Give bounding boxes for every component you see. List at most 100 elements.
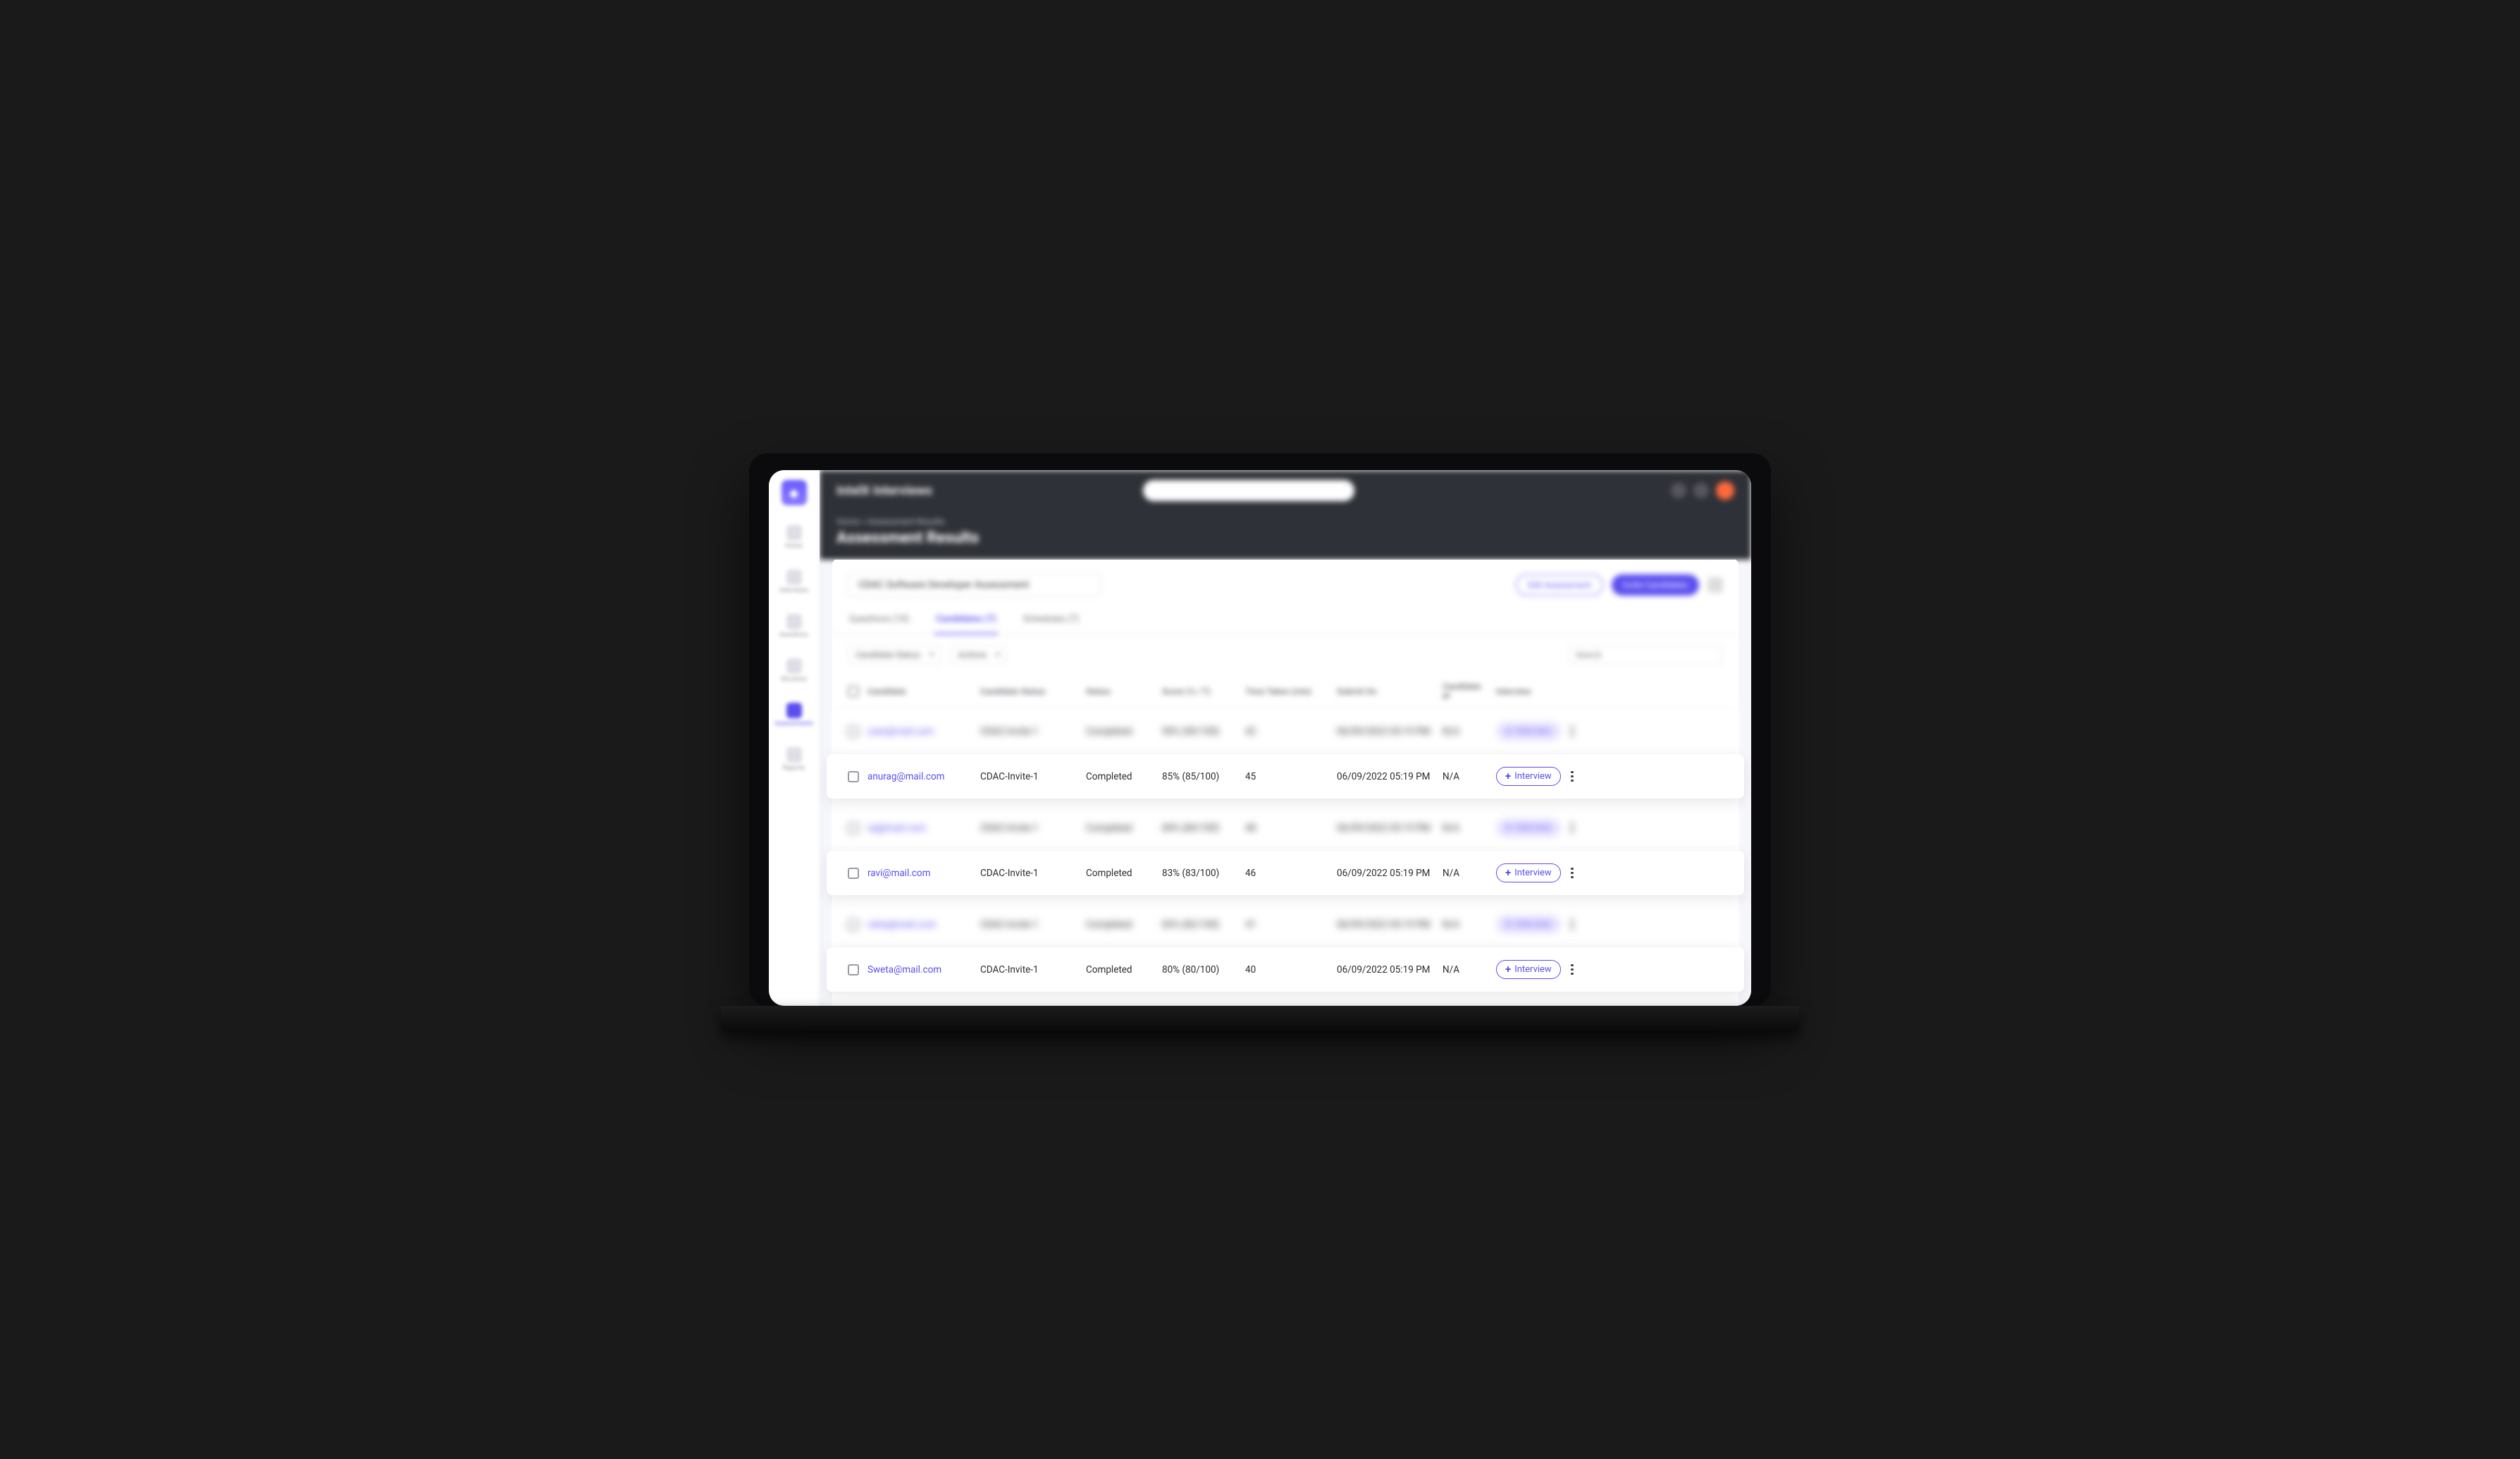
- sidebar-label: Reports: [783, 765, 805, 772]
- col-candidate: Candidate: [867, 687, 980, 696]
- row-menu-button[interactable]: [1567, 770, 1578, 784]
- row-checkbox[interactable]: [848, 964, 859, 975]
- tab-questions[interactable]: Questions (10): [848, 608, 910, 634]
- row-checkbox[interactable]: [848, 726, 859, 737]
- interview-button[interactable]: +Interview: [1496, 722, 1561, 741]
- tabs: Questions (10) Candidates (7) Schedules …: [832, 603, 1738, 635]
- tab-schedules[interactable]: Schedules (7): [1022, 608, 1080, 634]
- cell-score: 90% (90/100): [1162, 726, 1245, 737]
- cell-invite: CDAC-Invite-1: [980, 919, 1086, 930]
- app-logo: ◆: [782, 480, 807, 505]
- questions-icon: [786, 614, 802, 629]
- row-menu-button[interactable]: [1567, 821, 1578, 835]
- notifications-icon[interactable]: [1671, 483, 1686, 498]
- topbar: IntelX Interviews Home > Assessment Resu…: [820, 470, 1751, 560]
- interview-button[interactable]: +Interview: [1496, 818, 1561, 837]
- settings-icon[interactable]: [1707, 577, 1723, 593]
- cell-status: Completed: [1086, 964, 1162, 975]
- cell-invite: CDAC-Invite-1: [980, 771, 1086, 782]
- col-time: Time Taken (min): [1245, 687, 1337, 696]
- plus-icon: +: [1505, 868, 1511, 878]
- select-all-checkbox[interactable]: [848, 686, 859, 697]
- col-submit: Submit On: [1337, 687, 1443, 696]
- cell-invite: CDAC-Invite-1: [980, 726, 1086, 737]
- brand-title: IntelX Interviews: [836, 484, 977, 498]
- cell-submit: 06/09/2022 05:19 PM: [1337, 771, 1443, 782]
- candidate-email-link[interactable]: ravi@mail.com: [867, 868, 930, 879]
- col-interview: Interview: [1496, 687, 1567, 696]
- user-avatar[interactable]: [1716, 481, 1734, 500]
- cell-invite: CDAC-Invite-1: [980, 868, 1086, 879]
- row-checkbox[interactable]: [848, 868, 859, 879]
- candidate-email-link[interactable]: neha@mail.com: [867, 919, 936, 930]
- laptop-frame: ◆ Home Interviews Questions Structure As…: [749, 453, 1771, 1006]
- sidebar-item-reports[interactable]: Reports: [774, 747, 814, 772]
- cell-submit: 06/09/2022 05:19 PM: [1337, 919, 1443, 930]
- sidebar-label: Questions: [779, 632, 808, 639]
- cell-invite: CDAC-Invite-1: [980, 823, 1086, 834]
- row-menu-button[interactable]: [1567, 918, 1578, 932]
- sidebar-item-questions[interactable]: Questions: [774, 614, 814, 639]
- invite-candidates-button[interactable]: Invite Candidates: [1612, 574, 1699, 596]
- candidate-email-link[interactable]: anurag@mail.com: [867, 771, 945, 782]
- cell-time: 45: [1245, 771, 1337, 782]
- sidebar-item-structure[interactable]: Structure: [774, 658, 814, 683]
- cell-status: Completed: [1086, 868, 1162, 879]
- col-score: Score (% / T): [1162, 687, 1245, 696]
- row-menu-button[interactable]: [1567, 963, 1578, 977]
- sidebar: ◆ Home Interviews Questions Structure As…: [769, 470, 820, 1006]
- row-checkbox[interactable]: [848, 823, 859, 834]
- cell-score: 80% (80/100): [1162, 964, 1245, 975]
- cell-ip: N/A: [1443, 919, 1496, 930]
- candidate-email-link[interactable]: Sweta@mail.com: [867, 964, 941, 975]
- sidebar-item-interviews[interactable]: Interviews: [774, 570, 814, 594]
- plus-icon: +: [1505, 823, 1511, 833]
- cell-ip: N/A: [1443, 771, 1496, 782]
- row-checkbox[interactable]: [848, 919, 859, 930]
- actions-dropdown[interactable]: Actions: [951, 645, 1008, 665]
- sidebar-item-assessments[interactable]: Assessments: [774, 703, 814, 727]
- cell-time: 42: [1245, 726, 1337, 737]
- cell-status: Completed: [1086, 919, 1162, 930]
- row-menu-button[interactable]: [1567, 725, 1578, 739]
- candidate-email-link[interactable]: raj@mail.com: [867, 823, 926, 834]
- global-search[interactable]: [1143, 480, 1354, 501]
- plus-icon: +: [1505, 771, 1511, 782]
- cell-ip: N/A: [1443, 726, 1496, 737]
- cell-submit: 06/09/2022 05:19 PM: [1337, 726, 1443, 737]
- cell-ip: N/A: [1443, 868, 1496, 879]
- table-row: user@mail.com CDAC-Invite-1Completed90% (…: [832, 709, 1738, 754]
- assessment-select[interactable]: CDAC Software Developer Assessment: [848, 573, 1101, 597]
- col-invite: Candidate Status: [980, 687, 1086, 696]
- interview-button[interactable]: +Interview: [1496, 915, 1561, 934]
- plus-icon: +: [1505, 919, 1511, 930]
- row-menu-button[interactable]: [1567, 866, 1578, 880]
- cell-time: 48: [1245, 823, 1337, 834]
- interview-button[interactable]: +Interview: [1496, 863, 1561, 882]
- page-title: Assessment Results: [836, 529, 1734, 547]
- cell-score: 84% (84/100): [1162, 823, 1245, 834]
- results-card: CDAC Software Developer Assessment Edit …: [832, 560, 1738, 1006]
- table-search-input[interactable]: [1568, 645, 1723, 665]
- table-header: Candidate Candidate Status Status Score …: [832, 675, 1738, 709]
- cell-status: Completed: [1086, 726, 1162, 737]
- apps-icon[interactable]: [1693, 483, 1709, 498]
- col-ip: Candidate IP: [1443, 682, 1496, 701]
- interview-button[interactable]: +Interview: [1496, 960, 1561, 979]
- status-filter[interactable]: Candidate Status: [848, 645, 941, 665]
- edit-assessment-button[interactable]: Edit Assessment: [1516, 574, 1603, 596]
- table-row: Sweta@mail.com CDAC-Invite-1Completed80% …: [827, 947, 1744, 992]
- cell-score: 85% (85/100): [1162, 771, 1245, 782]
- cell-invite: CDAC-Invite-1: [980, 964, 1086, 975]
- sidebar-label: Interviews: [779, 587, 808, 594]
- interview-button[interactable]: +Interview: [1496, 767, 1561, 786]
- sidebar-item-home[interactable]: Home: [774, 525, 814, 550]
- cell-time: 41: [1245, 919, 1337, 930]
- candidate-email-link[interactable]: user@mail.com: [867, 726, 934, 737]
- cell-submit: 06/09/2022 05:19 PM: [1337, 868, 1443, 879]
- cell-status: Completed: [1086, 771, 1162, 782]
- filters-bar: Candidate Status Actions: [832, 635, 1738, 675]
- row-checkbox[interactable]: [848, 771, 859, 782]
- tab-candidates[interactable]: Candidates (7): [934, 608, 998, 634]
- breadcrumb: Home > Assessment Results: [836, 517, 1734, 527]
